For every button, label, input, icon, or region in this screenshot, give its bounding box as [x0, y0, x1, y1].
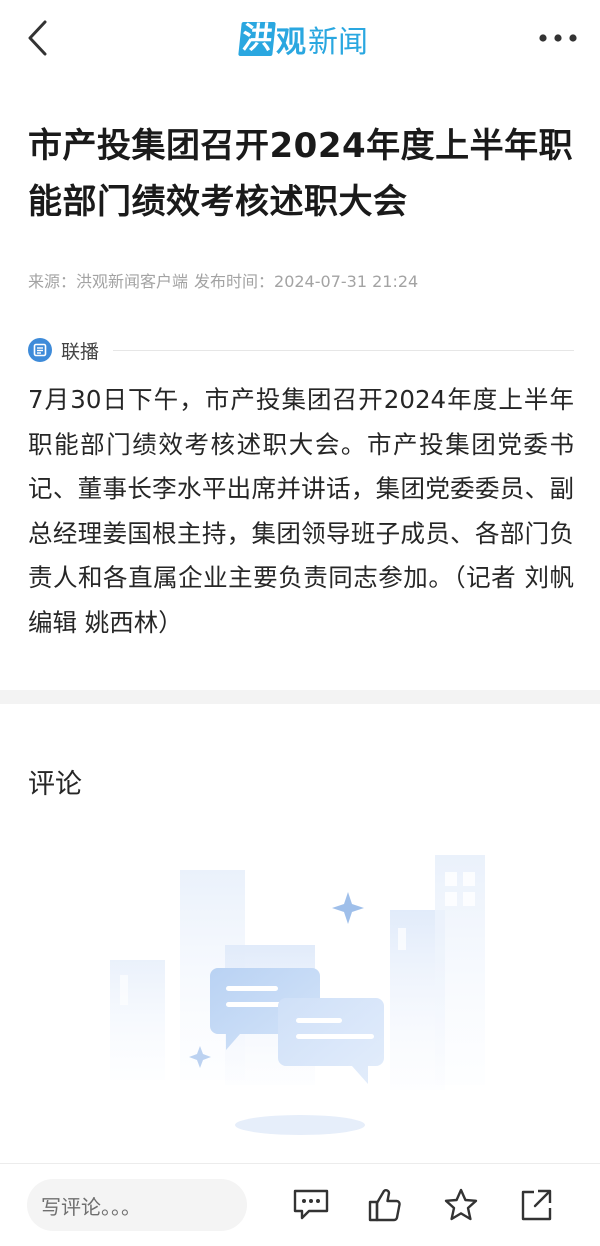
- share-button[interactable]: [515, 1184, 557, 1226]
- comment-input[interactable]: 写评论。。。: [27, 1179, 247, 1231]
- share-icon: [521, 1189, 552, 1221]
- article-meta: 来源：洪观新闻客户端 发布时间：2024-07-31 21:24: [28, 268, 424, 292]
- article-body: 7月30日下午，市产投集团召开2024年度上半年职能部门绩效考核述职大会。市产投…: [28, 385, 574, 637]
- logo-part-3: 新闻: [308, 25, 368, 60]
- section-tag: 联播: [28, 335, 574, 365]
- section-label: 联播: [61, 340, 100, 363]
- logo-part-1: 洪: [238, 21, 276, 56]
- more-icon: [539, 34, 577, 42]
- content-divider: [0, 690, 600, 704]
- like-button[interactable]: [364, 1184, 406, 1226]
- star-icon: [444, 1188, 478, 1221]
- back-button[interactable]: [18, 18, 58, 58]
- article-source: 来源：洪观新闻客户端: [28, 272, 189, 291]
- comment-icon: [293, 1189, 329, 1220]
- comments-heading: 评论: [28, 769, 82, 800]
- bottom-action-bar: 写评论。。。: [0, 1163, 600, 1246]
- empty-comments-illustration: [110, 855, 485, 1135]
- more-options-button[interactable]: [538, 22, 578, 54]
- thumbs-up-icon: [368, 1189, 401, 1222]
- comment-input-placeholder: 写评论。。。: [41, 1194, 141, 1219]
- news-icon: [28, 338, 52, 362]
- favorite-button[interactable]: [440, 1184, 482, 1226]
- section-divider: [113, 349, 574, 351]
- top-navigation-bar: 洪观新闻: [0, 0, 600, 78]
- article-title: 市产投集团召开2024年度上半年职能部门绩效考核述职大会: [28, 126, 574, 222]
- article-publish-time: 发布时间：2024-07-31 21:24: [194, 272, 419, 291]
- comment-button[interactable]: [290, 1184, 332, 1226]
- logo-part-2: 观: [276, 25, 306, 60]
- app-logo: 洪观新闻: [238, 19, 368, 60]
- back-arrow-icon: [28, 20, 47, 56]
